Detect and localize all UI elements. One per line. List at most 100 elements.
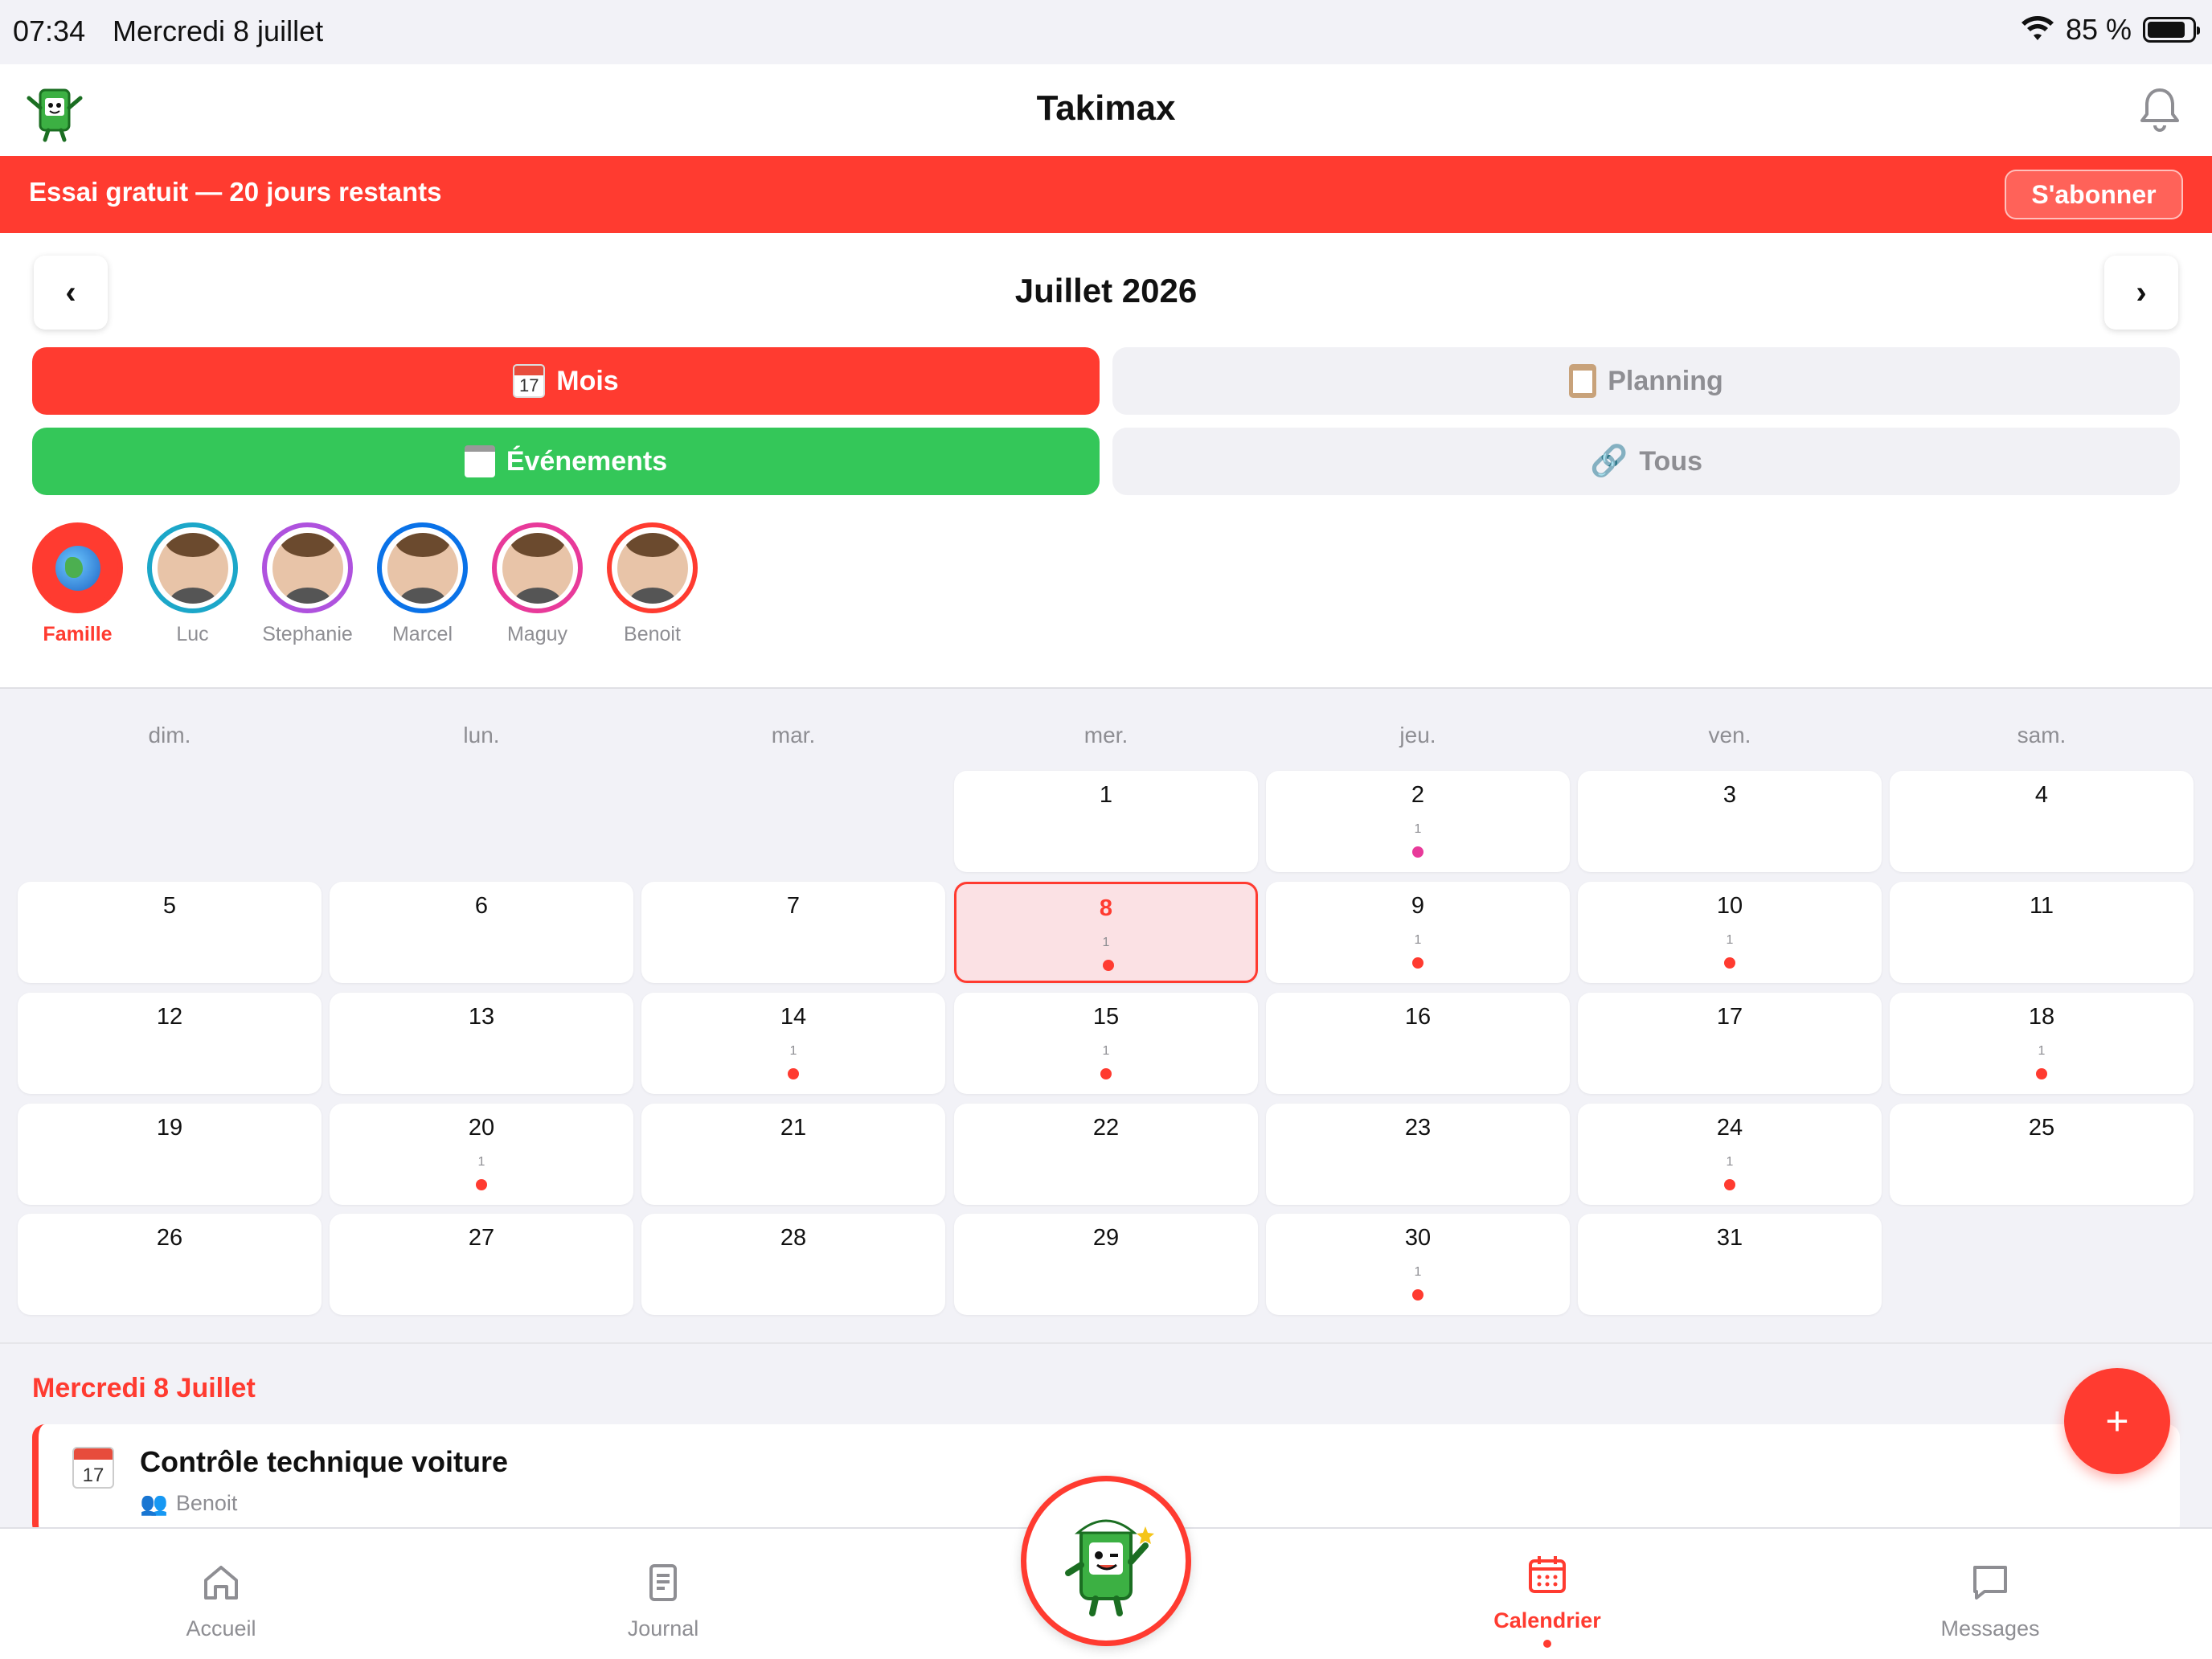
event-count: 1 (1726, 1155, 1734, 1169)
calendar-day[interactable]: 21 (1266, 771, 1570, 872)
avatar (147, 522, 238, 613)
calendar-day[interactable]: 18 1 (1890, 993, 2194, 1094)
event-participants: 👥 Benoit (140, 1490, 237, 1517)
avatar-photo (272, 532, 343, 604)
filter-events[interactable]: Événements (32, 428, 1100, 495)
battery-percent: 85 % (2065, 13, 2132, 46)
member-benoit[interactable]: Benoit (607, 522, 698, 646)
calendar-day[interactable]: 6 (330, 882, 633, 983)
avatar-photo (157, 532, 228, 604)
weekday-header: jeu. (1399, 723, 1436, 748)
calendar-day[interactable]: 91 (1266, 882, 1570, 983)
calendar-day[interactable]: 4 (1890, 771, 2194, 872)
wifi-icon (2021, 16, 2054, 40)
calendar-icon (1529, 1556, 1566, 1593)
calendar-day[interactable]: 1 (954, 771, 1258, 872)
tab-messages-label: Messages (1940, 1616, 2040, 1641)
app-title: Takimax (1036, 88, 1176, 128)
notepad-icon (464, 445, 495, 477)
tab-home[interactable]: Accueil (141, 1561, 301, 1641)
status-time: 07:34 (13, 14, 86, 47)
bell-icon[interactable] (2135, 85, 2185, 135)
member-maguy[interactable]: Maguy (492, 522, 583, 646)
filter-all-label: Tous (1639, 445, 1703, 477)
calendar-day[interactable]: 16 (1266, 993, 1570, 1094)
calendar-day[interactable]: 15 1 (954, 993, 1258, 1094)
avatar-photo (616, 532, 688, 604)
calendar-day[interactable]: 10 1 (1578, 882, 1882, 983)
month-calendar: dim. lun. mar. mer. jeu. ven. sam. 1 2 1 3 4 5 6 7 8 1 9 1… (0, 687, 2212, 1342)
tab-messages[interactable]: Messages (1910, 1561, 2071, 1641)
day-number: 15 (1092, 1004, 1120, 1030)
document-icon (649, 1564, 677, 1601)
calendar-day[interactable]: 21 (641, 1104, 945, 1205)
day-number: 23 (1404, 1115, 1432, 1141)
calendar-day[interactable]: 13 (330, 993, 633, 1094)
day-number: 14 (780, 1004, 807, 1030)
calendar-day[interactable]: 27 (330, 1214, 633, 1315)
subscribe-button[interactable]: S'abonner (2005, 170, 2183, 219)
tab-calendar-label: Calendrier (1493, 1608, 1601, 1632)
day-number: 8 (1099, 895, 1113, 921)
calendar-icon: 17 (513, 364, 546, 398)
add-event-button[interactable]: + (2064, 1368, 2170, 1474)
tab-month-view[interactable]: 17 Mois (32, 347, 1100, 415)
calendar-day[interactable]: 31 (1578, 1214, 1882, 1315)
calendar-day[interactable]: 11 (1890, 882, 2194, 983)
weekday-header: ven. (1708, 723, 1751, 748)
home-icon (204, 1566, 238, 1600)
day-number: 2 (1411, 782, 1425, 808)
day-number: 1 (1099, 782, 1113, 808)
event-dot (788, 1068, 799, 1079)
day-number: 24 (1716, 1115, 1743, 1141)
member-marcel[interactable]: Marcel (377, 522, 468, 646)
filter-all[interactable]: 🔗 Tous (1112, 428, 2180, 495)
tab-planning-view[interactable]: Planning (1112, 347, 2180, 415)
member-famille[interactable]: Famille (32, 522, 123, 646)
day-number: 9 (1411, 893, 1425, 919)
member-luc[interactable]: Luc (147, 522, 238, 646)
calendar-day[interactable]: 12 (18, 993, 322, 1094)
calendar-day-today[interactable]: 81 (954, 882, 1258, 983)
day-number: 27 (468, 1225, 495, 1251)
event-dot (1103, 960, 1114, 971)
month-title: Juillet 2026 (1014, 272, 1198, 309)
calendar-day[interactable]: 19 (18, 1104, 322, 1205)
status-bar: 07:34 Mercredi 8 juillet 85 % (0, 0, 2212, 64)
event-count: 1 (1414, 1265, 1422, 1279)
day-number: 7 (786, 893, 801, 919)
member-stephanie[interactable]: Stephanie (262, 522, 353, 646)
calendar-day[interactable]: 14 1 (641, 993, 945, 1094)
calendar-day[interactable]: 23 (1266, 1104, 1570, 1205)
calendar-day[interactable]: 3 (1578, 771, 1882, 872)
calendar-day[interactable]: 24 1 (1578, 1104, 1882, 1205)
battery-icon (2143, 17, 2200, 43)
day-number: 25 (2028, 1115, 2055, 1141)
mascot-assistant-button[interactable] (1021, 1476, 1191, 1646)
family-avatar (32, 522, 123, 613)
tab-journal[interactable]: Journal (583, 1561, 743, 1641)
member-name: Famille (43, 623, 113, 645)
calendar-day[interactable]: 20 1 (330, 1104, 633, 1205)
calendar-day[interactable]: 25 (1890, 1104, 2194, 1205)
app-header: Takimax (0, 64, 2212, 156)
day-number: 31 (1716, 1225, 1743, 1251)
calendar-day[interactable]: 30 1 (1266, 1214, 1570, 1315)
event-count: 1 (1102, 936, 1110, 949)
tab-calendar[interactable]: Calendrier (1467, 1553, 1628, 1648)
calendar-day[interactable]: 22 (954, 1104, 1258, 1205)
event-dot (2036, 1068, 2047, 1079)
calendar-day[interactable]: 26 (18, 1214, 322, 1315)
calendar-day[interactable]: 5 (18, 882, 322, 983)
next-month-button[interactable]: › (2104, 256, 2178, 330)
calendar-day[interactable]: 28 (641, 1214, 945, 1315)
calendar-day[interactable]: 17 (1578, 993, 1882, 1094)
calendar-day[interactable]: 7 (641, 882, 945, 983)
day-number: 26 (156, 1225, 183, 1251)
event-dot (1100, 1068, 1112, 1079)
event-dot (1724, 957, 1735, 969)
event-participant-name: Benoit (175, 1491, 238, 1515)
calendar-day[interactable]: 29 (954, 1214, 1258, 1315)
day-number: 16 (1404, 1004, 1432, 1030)
member-name: Maguy (506, 623, 568, 645)
